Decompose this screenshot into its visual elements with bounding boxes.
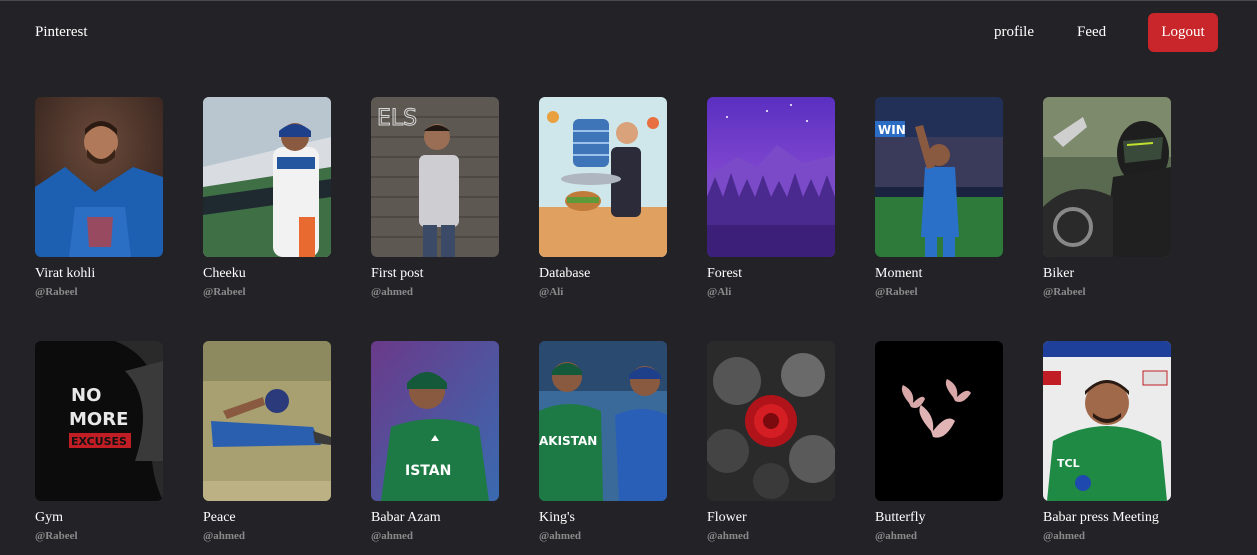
post-title[interactable]: Gym: [35, 510, 63, 526]
post-card[interactable]: WIN Moment @Rabeel: [875, 97, 1003, 307]
post-title[interactable]: Moment: [875, 266, 922, 282]
post-username[interactable]: @Rabeel: [35, 286, 78, 298]
post-card[interactable]: Database @Ali: [539, 97, 667, 307]
post-title[interactable]: First post: [371, 266, 424, 282]
post-username[interactable]: @Ali: [539, 286, 563, 298]
post-title[interactable]: Peace: [203, 510, 236, 526]
post-image[interactable]: AKISTAN: [539, 341, 667, 501]
post-image[interactable]: [707, 97, 835, 257]
post-card[interactable]: ELS First post @ahmed: [371, 97, 499, 307]
poster-line-3: EXCUSES: [71, 435, 127, 448]
post-title[interactable]: Babar press Meeting: [1043, 510, 1159, 526]
post-image[interactable]: TCL: [1043, 341, 1171, 501]
post-username[interactable]: @Rabeel: [35, 530, 78, 542]
post-image[interactable]: [203, 97, 331, 257]
brand-link[interactable]: Pinterest: [35, 24, 88, 41]
post-card[interactable]: AKISTAN King's @ahmed: [539, 341, 667, 551]
post-card[interactable]: Forest @Ali: [707, 97, 835, 307]
post-title[interactable]: Database: [539, 266, 590, 282]
poster-line-1: NO: [71, 385, 101, 406]
post-username[interactable]: @ahmed: [875, 530, 917, 542]
post-card[interactable]: TCL Babar press Meeting @ahmed: [1043, 341, 1171, 551]
post-title[interactable]: Flower: [707, 510, 747, 526]
svg-text:ELS: ELS: [377, 106, 417, 131]
post-image[interactable]: [203, 341, 331, 501]
post-card[interactable]: Virat kohli @Rabeel: [35, 97, 163, 307]
post-username[interactable]: @ahmed: [707, 530, 749, 542]
post-username[interactable]: @Ali: [707, 286, 731, 298]
nav-link-feed[interactable]: Feed: [1077, 24, 1106, 41]
post-card[interactable]: ISTAN Babar Azam @ahmed: [371, 341, 499, 551]
post-card[interactable]: Biker @Rabeel: [1043, 97, 1171, 307]
svg-text:WIN: WIN: [878, 123, 906, 137]
post-image[interactable]: ISTAN: [371, 341, 499, 501]
post-title[interactable]: King's: [539, 510, 575, 526]
post-username[interactable]: @ahmed: [539, 530, 581, 542]
post-username[interactable]: @Rabeel: [1043, 286, 1086, 298]
post-username[interactable]: @ahmed: [203, 530, 245, 542]
post-card[interactable]: Flower @ahmed: [707, 341, 835, 551]
top-navbar: Pinterest profile Feed Logout: [0, 1, 1257, 67]
post-username[interactable]: @Rabeel: [875, 286, 918, 298]
post-image[interactable]: ELS: [371, 97, 499, 257]
svg-text:AKISTAN: AKISTAN: [539, 434, 597, 448]
post-card[interactable]: Peace @ahmed: [203, 341, 331, 551]
post-image[interactable]: [875, 341, 1003, 501]
nav-link-profile[interactable]: profile: [994, 24, 1034, 41]
post-title[interactable]: Butterfly: [875, 510, 926, 526]
post-title[interactable]: Biker: [1043, 266, 1074, 282]
post-username[interactable]: @ahmed: [371, 530, 413, 542]
post-image[interactable]: [707, 341, 835, 501]
post-title[interactable]: Cheeku: [203, 266, 246, 282]
post-card[interactable]: Butterfly @ahmed: [875, 341, 1003, 551]
svg-text:ISTAN: ISTAN: [405, 463, 451, 479]
post-card[interactable]: NO MORE EXCUSES Gym @Rabeel: [35, 341, 163, 551]
post-username[interactable]: @ahmed: [371, 286, 413, 298]
post-image[interactable]: [35, 97, 163, 257]
post-image[interactable]: [539, 97, 667, 257]
post-username[interactable]: @ahmed: [1043, 530, 1085, 542]
post-image[interactable]: NO MORE EXCUSES: [35, 341, 163, 501]
poster-line-2: MORE: [69, 409, 128, 430]
post-image[interactable]: [1043, 97, 1171, 257]
logout-button[interactable]: Logout: [1148, 13, 1218, 52]
post-username[interactable]: @Rabeel: [203, 286, 246, 298]
app-page: Pinterest profile Feed Logout Virat kohl…: [0, 0, 1257, 555]
post-image[interactable]: WIN: [875, 97, 1003, 257]
post-title[interactable]: Babar Azam: [371, 510, 441, 526]
post-title[interactable]: Forest: [707, 266, 742, 282]
post-title[interactable]: Virat kohli: [35, 266, 95, 282]
svg-text:TCL: TCL: [1057, 457, 1080, 470]
post-card[interactable]: Cheeku @Rabeel: [203, 97, 331, 307]
